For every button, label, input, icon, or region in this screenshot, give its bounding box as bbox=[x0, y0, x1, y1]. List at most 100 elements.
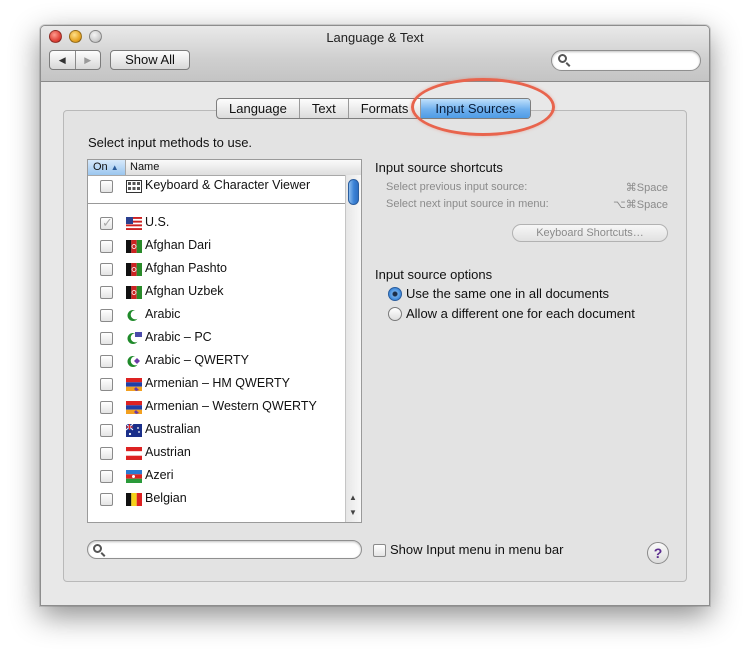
list-item-label: Austrian bbox=[145, 445, 191, 459]
window-title: Language & Text bbox=[326, 30, 424, 45]
prev-source-label: Select previous input source: bbox=[386, 181, 528, 193]
checkbox[interactable] bbox=[100, 332, 113, 345]
list-item[interactable]: Arabic – QWERTY bbox=[88, 350, 346, 373]
afghan-flag-icon bbox=[126, 263, 142, 276]
tab-input-sources[interactable]: Input Sources bbox=[421, 99, 530, 118]
keyboard-shortcuts-button[interactable]: Keyboard Shortcuts… bbox=[512, 224, 668, 242]
list-item-label: Arabic – QWERTY bbox=[145, 353, 249, 367]
options-section-title: Input source options bbox=[375, 267, 493, 282]
prev-source-shortcut: ⌘Space bbox=[625, 182, 668, 194]
checkbox[interactable] bbox=[100, 309, 113, 322]
afghan-flag-icon bbox=[126, 286, 142, 299]
list-item[interactable]: Azeri bbox=[88, 465, 346, 488]
azeri-flag-icon bbox=[126, 470, 142, 483]
list-separator bbox=[88, 204, 346, 212]
list-item[interactable]: Austrian bbox=[88, 442, 346, 465]
radio-same-for-all[interactable] bbox=[388, 287, 402, 301]
checkbox[interactable] bbox=[100, 355, 113, 368]
crescent-icon bbox=[127, 332, 142, 344]
list-item[interactable]: Afghan Dari bbox=[88, 235, 346, 258]
sort-ascending-icon: ▲ bbox=[110, 163, 119, 172]
list-item-label: Australian bbox=[145, 422, 201, 436]
armenian-flag-icon bbox=[126, 378, 142, 391]
checkbox[interactable] bbox=[100, 263, 113, 276]
help-button[interactable]: ? bbox=[647, 542, 669, 564]
checkbox[interactable] bbox=[100, 401, 113, 414]
belgian-flag-icon bbox=[126, 493, 142, 506]
crescent-icon bbox=[127, 310, 140, 321]
list-item-label: Azeri bbox=[145, 468, 174, 482]
forward-button[interactable]: ▶ bbox=[76, 51, 101, 69]
checkbox[interactable] bbox=[100, 180, 113, 193]
radio-same-for-all-label: Use the same one in all documents bbox=[406, 286, 610, 301]
us-flag-icon bbox=[126, 217, 142, 230]
list-item[interactable]: Belgian bbox=[88, 488, 346, 511]
tab-bar: Language Text Formats Input Sources bbox=[216, 98, 531, 119]
next-source-shortcut: ⌥⌘Space bbox=[613, 199, 668, 211]
checkbox[interactable] bbox=[100, 286, 113, 299]
tab-text[interactable]: Text bbox=[300, 99, 349, 118]
list-item-label: Keyboard & Character Viewer bbox=[145, 178, 311, 192]
list-instruction: Select input methods to use. bbox=[88, 135, 253, 150]
show-all-button[interactable]: Show All bbox=[110, 50, 190, 70]
checkbox[interactable] bbox=[100, 378, 113, 391]
list-item[interactable]: Australian bbox=[88, 419, 346, 442]
crescent-icon bbox=[127, 356, 140, 367]
scrollbar-thumb[interactable] bbox=[348, 179, 359, 205]
list-item-label: Arabic – PC bbox=[145, 330, 212, 344]
scroll-up-icon[interactable]: ▲ bbox=[349, 493, 357, 502]
search-icon bbox=[558, 54, 567, 63]
list-item[interactable]: Armenian – Western QWERTY bbox=[88, 396, 346, 419]
tab-language[interactable]: Language bbox=[217, 99, 300, 118]
next-source-label: Select next input source in menu: bbox=[386, 198, 549, 210]
list-item[interactable]: Afghan Pashto bbox=[88, 258, 346, 281]
list-item-label: Afghan Dari bbox=[145, 238, 212, 252]
checkbox[interactable] bbox=[100, 447, 113, 460]
title-bar: Language & Text ◀ ▶ Show All bbox=[41, 26, 709, 82]
list-item[interactable]: Afghan Uzbek bbox=[88, 281, 346, 304]
list-header: On ▲ Name bbox=[88, 160, 361, 176]
checkbox[interactable] bbox=[100, 240, 113, 253]
tab-formats[interactable]: Formats bbox=[349, 99, 422, 118]
list-item-label: Afghan Uzbek bbox=[145, 284, 224, 298]
checkbox[interactable] bbox=[100, 424, 113, 437]
back-button[interactable]: ◀ bbox=[50, 51, 76, 69]
shortcuts-section-title: Input source shortcuts bbox=[375, 160, 503, 175]
keyboard-viewer-icon bbox=[126, 180, 142, 193]
list-item-label: Armenian – Western QWERTY bbox=[145, 399, 317, 413]
australian-flag-icon bbox=[126, 424, 142, 437]
column-header-name[interactable]: Name bbox=[126, 160, 159, 175]
list-item-label: Armenian – HM QWERTY bbox=[145, 376, 290, 390]
preferences-search-input[interactable] bbox=[551, 50, 701, 71]
list-item[interactable]: Armenian – HM QWERTY bbox=[88, 373, 346, 396]
show-input-menu-label: Show Input menu in menu bar bbox=[390, 542, 564, 557]
search-icon bbox=[93, 544, 102, 553]
checkbox[interactable] bbox=[100, 470, 113, 483]
scroll-down-icon[interactable]: ▼ bbox=[349, 508, 357, 517]
input-methods-list: On ▲ Name Keyboard & Character Viewer ✓ … bbox=[87, 159, 362, 523]
austrian-flag-icon bbox=[126, 447, 142, 460]
armenian-flag-icon bbox=[126, 401, 142, 414]
radio-per-document-label: Allow a different one for each document bbox=[406, 306, 635, 321]
checkbox[interactable] bbox=[100, 215, 113, 231]
preferences-window: Language & Text ◀ ▶ Show All Language Te… bbox=[40, 25, 710, 606]
list-item-label: Arabic bbox=[145, 307, 181, 321]
history-nav: ◀ ▶ bbox=[49, 50, 101, 70]
list-rows: Keyboard & Character Viewer U.S. Afghan bbox=[88, 175, 346, 511]
list-item-label: Afghan Pashto bbox=[145, 261, 228, 275]
list-item-label: U.S. bbox=[145, 215, 170, 229]
column-header-on[interactable]: On ▲ bbox=[88, 160, 126, 175]
list-item[interactable]: Arabic – PC bbox=[88, 327, 346, 350]
afghan-flag-icon bbox=[126, 240, 142, 253]
list-item[interactable]: Arabic bbox=[88, 304, 346, 327]
checkbox[interactable] bbox=[100, 493, 113, 506]
list-item[interactable]: Keyboard & Character Viewer bbox=[88, 175, 346, 204]
show-input-menu-checkbox[interactable] bbox=[373, 544, 386, 557]
radio-per-document[interactable] bbox=[388, 307, 402, 321]
forward-arrow-icon: ▶ bbox=[84, 54, 92, 65]
list-item-label: Belgian bbox=[145, 491, 187, 505]
list-scrollbar[interactable]: ▲ ▼ bbox=[345, 175, 361, 522]
input-source-search-input[interactable] bbox=[87, 540, 362, 559]
back-arrow-icon: ◀ bbox=[58, 54, 66, 65]
list-item[interactable]: U.S. bbox=[88, 212, 346, 235]
